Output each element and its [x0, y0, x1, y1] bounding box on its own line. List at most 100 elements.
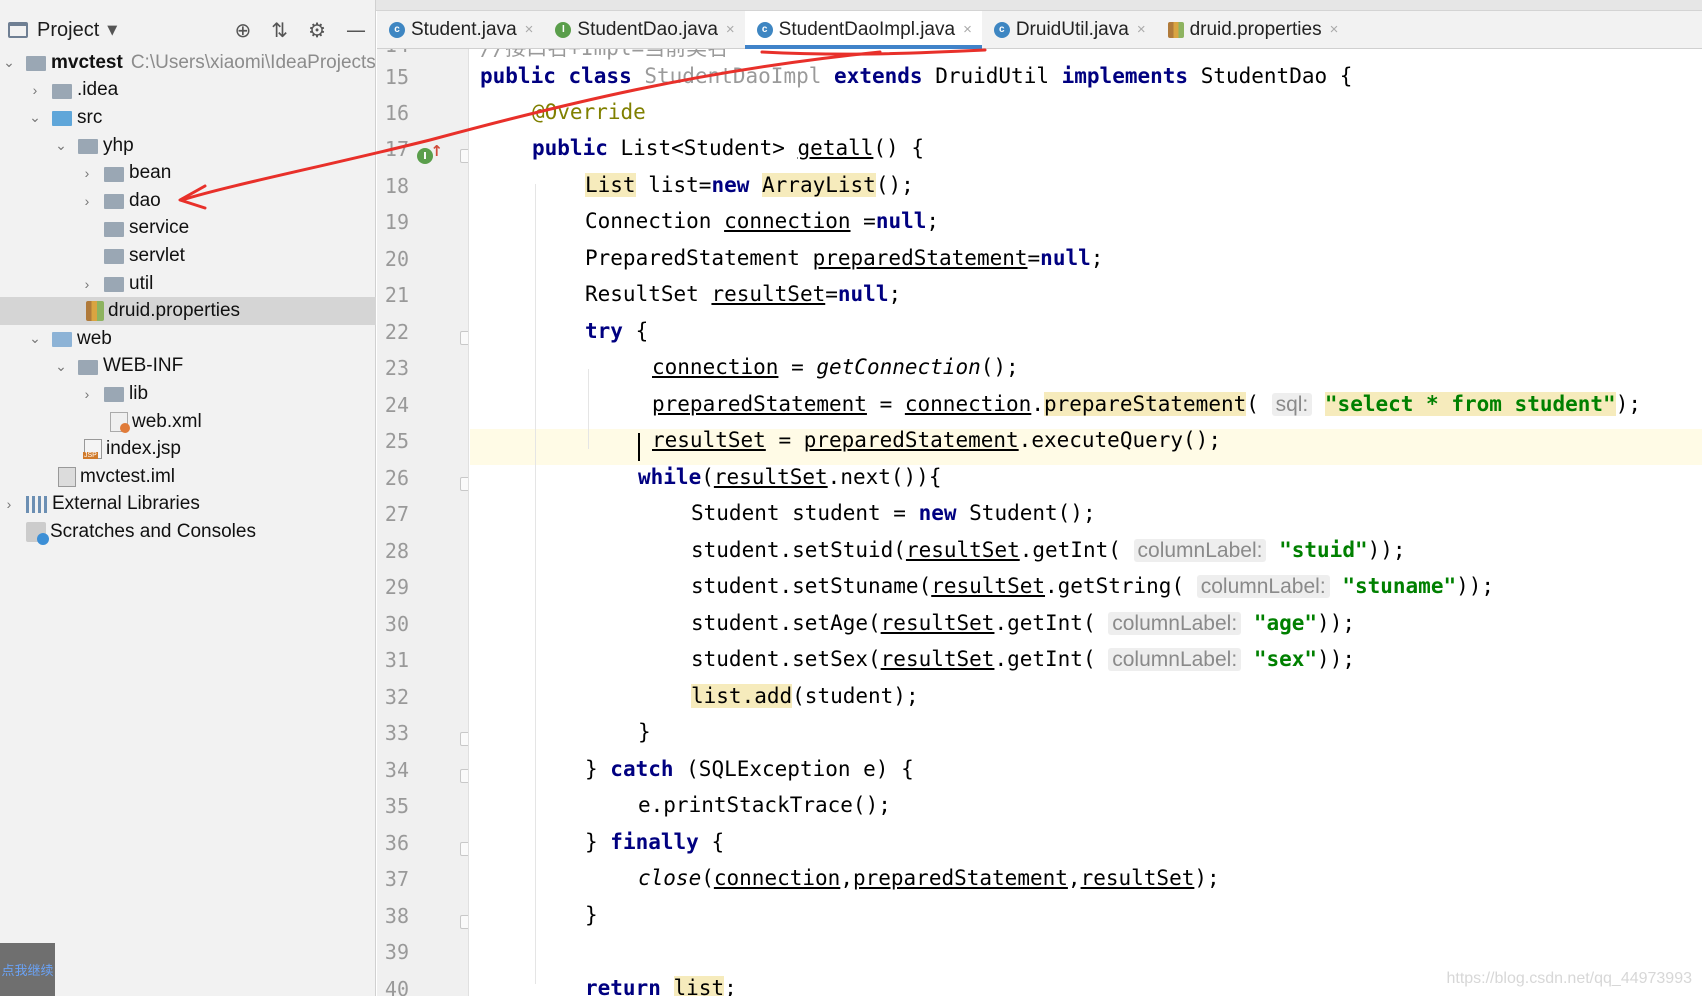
fold-marker[interactable] [460, 331, 468, 345]
fold-marker[interactable] [460, 149, 468, 163]
fold-marker[interactable] [460, 732, 468, 746]
folder-icon [78, 359, 98, 375]
tree-item-web[interactable]: ⌄ web [0, 325, 376, 353]
locate-target-icon[interactable]: ⊕ [235, 18, 252, 42]
chevron-right-icon[interactable]: › [28, 82, 42, 98]
tab-druidutil-java[interactable]: c DruidUtil.java × [982, 11, 1156, 48]
param-hint: sql: [1271, 393, 1313, 416]
tree-item-label: bean [129, 162, 172, 184]
chevron-down-icon[interactable]: ⌄ [28, 109, 42, 126]
tab-druid-properties[interactable]: druid.properties × [1156, 11, 1349, 48]
chevron-right-icon[interactable]: › [80, 276, 94, 292]
package-icon [78, 139, 98, 155]
tok: , [840, 866, 853, 890]
tab-student-java[interactable]: c Student.java × [377, 11, 543, 48]
tree-item-service[interactable]: › service [0, 215, 376, 243]
fold-marker[interactable] [460, 842, 468, 856]
line-number: 29 [384, 575, 409, 599]
implements-gutter-icon[interactable]: I [417, 142, 443, 164]
tree-item-yhp[interactable]: ⌄ yhp [0, 132, 376, 160]
tab-label: StudentDao.java [577, 18, 718, 40]
tree-item-mvctest[interactable]: ⌄ mvctest C:\Users\xiaomi\IdeaProjects [0, 49, 376, 77]
line-number: 27 [384, 502, 409, 526]
tree-item-dao[interactable]: › dao [0, 187, 376, 215]
chevron-down-icon[interactable]: ⌄ [54, 358, 68, 375]
collapse-all-icon[interactable]: ⇅ [271, 18, 288, 42]
tree-item-druid-properties[interactable]: › druid.properties [0, 297, 376, 325]
tree-item-label: Scratches and Consoles [50, 520, 256, 542]
tok: resultSet [652, 428, 766, 452]
tree-item-lib[interactable]: › lib [0, 380, 376, 408]
package-icon [104, 277, 124, 293]
class-icon: c [756, 21, 773, 38]
fold-marker[interactable] [460, 477, 468, 491]
tok: = [778, 355, 817, 379]
close-icon[interactable]: × [525, 21, 534, 38]
continue-button[interactable]: 点我继续 [0, 943, 55, 996]
tok: resultSet [880, 647, 995, 671]
module-folder-icon [26, 56, 46, 72]
tok: close [638, 866, 702, 890]
tree-item-label: service [129, 217, 190, 239]
code-line-33: } [638, 720, 651, 744]
tok: list= [635, 173, 712, 197]
close-icon[interactable]: × [1137, 21, 1146, 38]
tok: "stuname" [1342, 574, 1457, 598]
tree-item-idea[interactable]: › .idea [0, 77, 376, 105]
hide-pane-icon[interactable]: — [346, 18, 366, 42]
tab-studentdao-java[interactable]: I StudentDao.java × [543, 11, 744, 48]
tok: implements [1061, 64, 1201, 88]
tree-item-scratches[interactable]: › Scratches and Consoles [0, 518, 376, 546]
param-hint: columnLabel: [1196, 575, 1330, 598]
tok: ; [926, 209, 940, 233]
tree-item-index-jsp[interactable]: › index.jsp [0, 435, 376, 463]
tok: = [825, 282, 838, 306]
tree-item-util[interactable]: › util [0, 270, 376, 298]
tree-item-web-xml[interactable]: › web.xml [0, 408, 376, 436]
tab-studentdaoimpl-java[interactable]: c StudentDaoImpl.java × [744, 11, 982, 49]
tree-item-bean[interactable]: › bean [0, 159, 376, 187]
tok: public class [480, 64, 645, 88]
tree-item-label: External Libraries [52, 493, 200, 515]
tok: ; [888, 282, 902, 306]
tok: resultSet [711, 282, 826, 306]
chevron-right-icon[interactable]: › [80, 165, 94, 181]
line-number: 14 [377, 49, 409, 57]
editor-gutter[interactable]: 14 15 16 17 18 19 20 21 22 23 24 25 26 2… [377, 49, 469, 996]
param-hint: columnLabel: [1133, 539, 1267, 562]
tree-item-external-libraries[interactable]: › External Libraries [0, 491, 376, 519]
tok: resultSet [880, 611, 995, 635]
fold-marker[interactable] [460, 769, 468, 783]
chevron-right-icon[interactable]: › [80, 386, 94, 402]
text-caret [638, 433, 640, 461]
code-line-32: list.add(student); [691, 684, 919, 708]
tok: (SQLException e) { [673, 757, 914, 781]
project-pane-title[interactable]: Project [37, 19, 99, 42]
tok: catch [610, 757, 674, 781]
gear-icon[interactable]: ⚙ [308, 18, 326, 42]
source-folder-icon [52, 111, 72, 127]
chevron-down-icon[interactable]: ▼ [107, 23, 117, 38]
editor-tab-bar: c Student.java × I StudentDao.java × c S… [377, 11, 1702, 49]
folder-icon [104, 387, 124, 403]
tree-item-src[interactable]: ⌄ src [0, 104, 376, 132]
chevron-down-icon[interactable]: ⌄ [2, 54, 16, 71]
close-icon[interactable]: × [1330, 21, 1339, 38]
chevron-down-icon[interactable]: ⌄ [28, 330, 42, 347]
tree-item-web-inf[interactable]: ⌄ WEB-INF [0, 353, 376, 381]
chevron-right-icon[interactable]: › [80, 193, 94, 209]
project-pane-header[interactable]: Project ▼ ⊕ ⇅ ⚙ — [0, 11, 376, 49]
chevron-down-icon[interactable]: ⌄ [54, 137, 68, 154]
code-editor[interactable]: //接口名+Impl=当前类名 public class StudentDaoI… [470, 49, 1702, 996]
fold-marker[interactable] [460, 915, 468, 929]
code-line-37: close(connection,preparedStatement,resul… [638, 866, 1220, 890]
close-icon[interactable]: × [963, 21, 972, 38]
close-icon[interactable]: × [726, 21, 735, 38]
tree-item-servlet[interactable]: › servlet [0, 242, 376, 270]
chevron-right-icon[interactable]: › [2, 496, 16, 512]
tok: while [638, 465, 702, 489]
tree-item-mvctest-iml[interactable]: › mvctest.iml [0, 463, 376, 491]
class-icon: c [389, 21, 405, 38]
package-icon [104, 166, 124, 182]
line-number: 23 [384, 356, 409, 380]
